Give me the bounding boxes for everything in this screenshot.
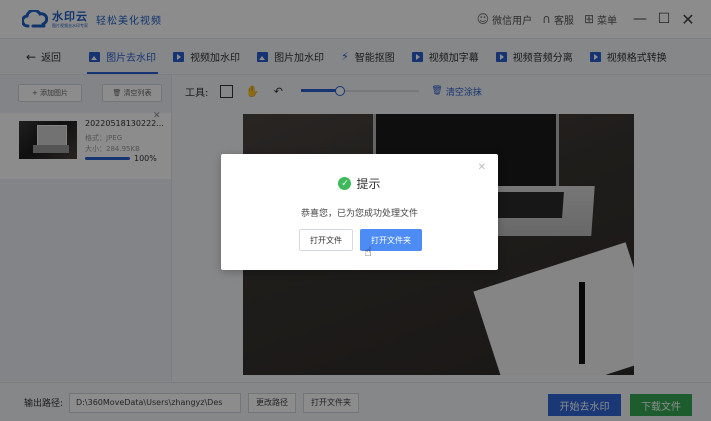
success-dialog: ✕ ✓ 提示 恭喜您，已为您成功处理文件 打开文件 打开文件夹	[221, 154, 498, 270]
hand-cursor-icon: ☝	[364, 245, 372, 260]
check-circle-icon: ✓	[338, 177, 352, 190]
dialog-title: 提示	[356, 177, 381, 191]
dialog-close-icon[interactable]: ✕	[478, 162, 486, 173]
open-file-button[interactable]: 打开文件	[299, 229, 353, 251]
app-window: 水印云 图片视频去水印专家 轻松美化视频 ☺ 微信用户 ∩ 客服 ⊞ 菜单 — …	[0, 0, 711, 421]
dialog-message: 恭喜您，已为您成功处理文件	[300, 209, 418, 219]
